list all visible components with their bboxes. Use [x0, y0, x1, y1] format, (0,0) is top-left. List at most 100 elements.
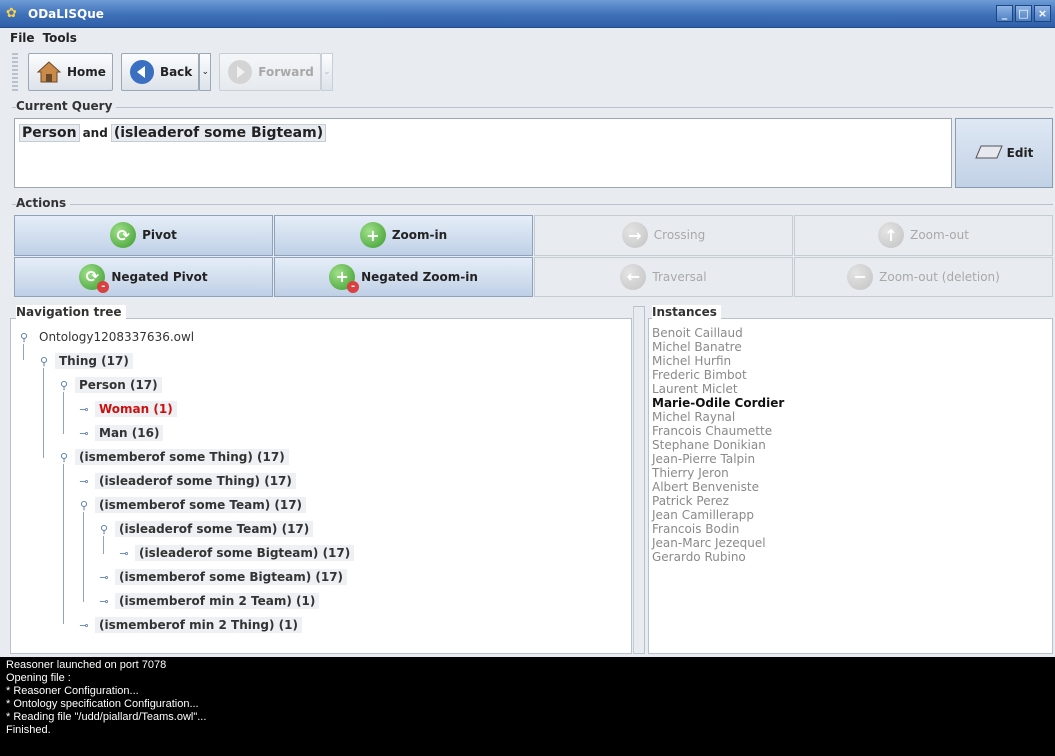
- panel-splitter[interactable]: [633, 306, 645, 654]
- tree-collapsed-icon[interactable]: ⊸: [77, 475, 91, 488]
- tree-collapsed-icon[interactable]: ⊸: [117, 547, 131, 560]
- query-token-class[interactable]: Person: [19, 124, 80, 142]
- tree-node[interactable]: ⚲ (ismemberof some Team) (17): [77, 495, 307, 515]
- tree-node[interactable]: ⚲ Thing (17): [37, 351, 133, 371]
- tree-node[interactable]: ⚲ Person (17): [57, 375, 162, 395]
- tree-expanded-icon[interactable]: ⚲: [17, 331, 31, 344]
- tree-collapsed-icon[interactable]: ⊸: [77, 427, 91, 440]
- tree-node[interactable]: ⚲ (ismemberof some Thing) (17): [57, 447, 289, 467]
- home-icon: [35, 58, 63, 86]
- tree-collapsed-icon[interactable]: ⊸: [97, 571, 111, 584]
- tree-collapsed-icon[interactable]: ⊸: [97, 595, 111, 608]
- back-history-dropdown[interactable]: ⌄: [199, 53, 212, 91]
- minus-badge-icon: -: [97, 280, 110, 293]
- instance-item[interactable]: Francois Bodin: [652, 522, 784, 536]
- query-connector: and: [82, 126, 108, 140]
- tree-node[interactable]: ⊸ (ismemberof min 2 Thing) (1): [77, 615, 302, 635]
- zoom-out-deletion-button[interactable]: − Zoom-out (deletion): [794, 256, 1053, 297]
- instance-item[interactable]: Stephane Donikian: [652, 438, 784, 452]
- zoom-out-button[interactable]: ↑ Zoom-out: [794, 215, 1053, 256]
- tree-node[interactable]: ⊸ (ismemberof some Bigteam) (17): [97, 567, 348, 587]
- menu-tools[interactable]: Tools: [43, 31, 77, 45]
- navigation-tree-label: Navigation tree: [16, 305, 126, 319]
- actions-label: Actions: [16, 196, 71, 210]
- instance-item[interactable]: Frederic Bimbot: [652, 368, 784, 382]
- instance-item[interactable]: Laurent Miclet: [652, 382, 784, 396]
- console-line: Reasoner launched on port 7078: [6, 659, 167, 671]
- zoom-out-icon: ↑: [878, 222, 905, 249]
- traversal-label: Traversal: [652, 269, 707, 284]
- console-log[interactable]: Reasoner launched on port 7078 Opening fi…: [0, 657, 1055, 756]
- crossing-button[interactable]: → Crossing: [534, 215, 793, 256]
- section-divider: [12, 107, 1053, 108]
- instance-item[interactable]: Jean-Pierre Talpin: [652, 452, 784, 466]
- forward-history-dropdown[interactable]: ⌄: [320, 53, 333, 91]
- close-button[interactable]: ×: [1034, 5, 1051, 22]
- tree-expanded-icon[interactable]: ⚲: [97, 523, 111, 536]
- instance-item[interactable]: Michel Banatre: [652, 340, 784, 354]
- tree-node[interactable]: ⊸ Man (16): [77, 423, 164, 443]
- instances-label: Instances: [652, 305, 721, 319]
- home-label: Home: [67, 65, 106, 79]
- tree-expanded-icon[interactable]: ⚲: [77, 499, 91, 512]
- tree-node[interactable]: ⚲ Ontology1208337636.owl: [17, 327, 198, 347]
- tree-collapsed-icon[interactable]: ⊸: [77, 403, 91, 416]
- traversal-button[interactable]: ← Traversal: [534, 256, 793, 297]
- current-query-label: Current Query: [16, 99, 117, 113]
- tree-node[interactable]: ⊸ (ismemberof min 2 Team) (1): [97, 591, 320, 611]
- negated-pivot-button[interactable]: ⟳ - Negated Pivot: [14, 256, 273, 297]
- instance-item[interactable]: Francois Chaumette: [652, 424, 784, 438]
- instance-item[interactable]: Jean-Marc Jezequel: [652, 536, 784, 550]
- tree-node-selected[interactable]: ⊸ Woman (1): [77, 399, 177, 419]
- tree-node[interactable]: ⊸ (isleaderof some Thing) (17): [77, 471, 296, 491]
- plus-icon: +: [359, 222, 386, 249]
- instance-item[interactable]: Gerardo Rubino: [652, 550, 784, 564]
- forward-button[interactable]: Forward: [219, 53, 321, 91]
- tree-connector: [63, 392, 64, 434]
- chevron-down-icon: ⌄: [201, 67, 210, 77]
- instance-item[interactable]: Michel Hurfin: [652, 354, 784, 368]
- negated-pivot-label: Negated Pivot: [111, 269, 208, 284]
- zoom-out-deletion-label: Zoom-out (deletion): [879, 269, 1000, 284]
- back-button[interactable]: Back: [120, 53, 200, 91]
- toolbar: Home Back ⌄ Forward ⌄: [0, 48, 1055, 96]
- back-label: Back: [159, 65, 193, 79]
- tree-expanded-icon[interactable]: ⚲: [57, 379, 71, 392]
- home-button[interactable]: Home: [28, 53, 113, 91]
- edit-label: Edit: [1006, 146, 1034, 160]
- zoom-in-button[interactable]: + Zoom-in: [274, 215, 533, 256]
- instance-item[interactable]: Albert Benveniste: [652, 480, 784, 494]
- console-line: Opening file :: [6, 672, 71, 684]
- crossing-icon: →: [621, 222, 648, 249]
- maximize-button[interactable]: □: [1015, 5, 1032, 22]
- instance-item[interactable]: Patrick Perez: [652, 494, 784, 508]
- crossing-label: Crossing: [653, 228, 706, 243]
- instance-item[interactable]: Benoit Caillaud: [652, 326, 784, 340]
- instances-list[interactable]: Benoit Caillaud Michel Banatre Michel Hu…: [652, 326, 784, 564]
- app-icon: ✿: [6, 5, 17, 21]
- pivot-label: Pivot: [142, 228, 177, 243]
- pivot-button[interactable]: ⟳ Pivot: [14, 215, 273, 256]
- toolbar-grip[interactable]: [12, 53, 18, 91]
- instance-item[interactable]: Thierry Jeron: [652, 466, 784, 480]
- minimize-button[interactable]: _: [996, 5, 1013, 22]
- menu-file[interactable]: File: [10, 31, 35, 45]
- instance-item[interactable]: Michel Raynal: [652, 410, 784, 424]
- console-line: * Reading file "/udd/piallard/Teams.owl"…: [6, 711, 207, 723]
- forward-label: Forward: [258, 65, 314, 79]
- instance-item[interactable]: Jean Camillerapp: [652, 508, 784, 522]
- console-line: * Ontology specification Configuration..…: [6, 698, 199, 710]
- tree-expanded-icon[interactable]: ⚲: [57, 451, 71, 464]
- query-display[interactable]: Person and (isleaderof some Bigteam): [14, 118, 952, 188]
- tree-node[interactable]: ⚲ (isleaderof some Team) (17): [97, 519, 314, 539]
- instance-item-selected[interactable]: Marie-Odile Cordier: [652, 396, 784, 410]
- edit-query-button[interactable]: Edit: [955, 118, 1053, 188]
- tree-collapsed-icon[interactable]: ⊸: [77, 619, 91, 632]
- chevron-down-icon: ⌄: [323, 67, 331, 77]
- tree-node[interactable]: ⊸ (isleaderof some Bigteam) (17): [117, 543, 355, 563]
- negated-zoom-in-button[interactable]: + - Negated Zoom-in: [274, 256, 533, 297]
- tree-connector: [43, 368, 44, 458]
- query-token-restriction[interactable]: (isleaderof some Bigteam): [110, 124, 327, 142]
- tree-expanded-icon[interactable]: ⚲: [37, 355, 51, 368]
- console-line: * Reasoner Configuration...: [6, 685, 139, 697]
